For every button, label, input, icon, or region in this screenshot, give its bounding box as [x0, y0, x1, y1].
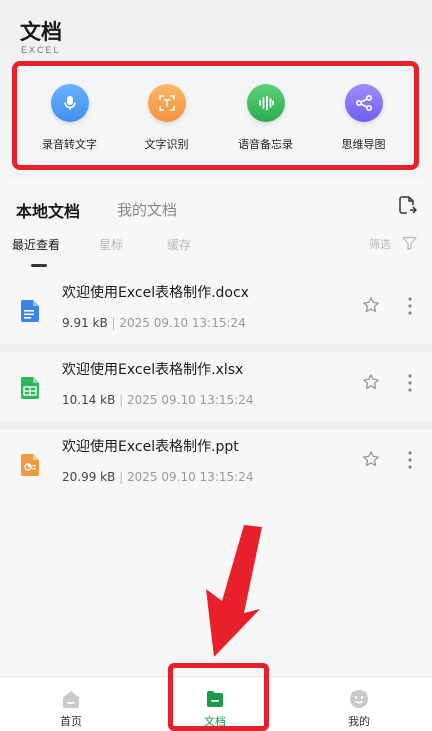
file-date: 2025 09.10 13:15:24 [127, 393, 254, 407]
audio-wave-icon [246, 84, 285, 122]
file-size: 10.14 kB [62, 393, 116, 407]
tool-voice-to-text[interactable]: 录音转文字 [22, 84, 117, 152]
file-size: 9.91 kB [62, 316, 108, 330]
filter-cache[interactable]: 缓存 [167, 236, 191, 253]
file-name: 欢迎使用Excel表格制作.ppt [62, 439, 239, 455]
header: 文档 EXCEL 录音转文字 文字识别 语音备忘录 思维导图 [0, 0, 432, 175]
highlight-box [168, 663, 269, 731]
file-meta: 10.14 kB | 2025 09.10 13:15:24 [62, 393, 253, 407]
mind-map-icon [344, 84, 383, 122]
tool-label: 语音备忘录 [238, 138, 293, 151]
filter-recent[interactable]: 最近查看 [12, 236, 60, 253]
meta-separator: | [115, 470, 128, 484]
xlsx-file-icon [21, 377, 39, 399]
page-title: 文档 [20, 20, 62, 44]
tool-ocr[interactable]: 文字识别 [119, 84, 214, 152]
funnel-icon[interactable] [402, 235, 417, 254]
active-filter-indicator [31, 264, 47, 267]
file-name: 欢迎使用Excel表格制作.docx [62, 285, 249, 301]
nav-label: 我的 [348, 715, 370, 728]
home-icon [60, 688, 82, 710]
row-divider [0, 344, 432, 352]
page-subtitle: EXCEL [21, 45, 61, 55]
tab-my-documents[interactable]: 我的文档 [117, 199, 177, 220]
file-date: 2025 09.10 13:15:24 [127, 470, 254, 484]
filter-starred[interactable]: 星标 [99, 236, 123, 253]
ppt-file-icon [21, 454, 39, 476]
meta-separator: | [115, 393, 128, 407]
more-options-icon[interactable] [406, 373, 414, 393]
import-file-icon[interactable] [396, 194, 418, 216]
nav-home[interactable]: 首页 [16, 677, 126, 731]
annotation-arrow-icon [200, 525, 270, 664]
profile-icon [348, 688, 370, 710]
microphone-icon [50, 84, 89, 122]
star-icon[interactable] [362, 450, 380, 468]
filter-button-label[interactable]: 筛选 [369, 236, 391, 252]
tool-mind-map[interactable]: 思维导图 [316, 84, 411, 152]
file-size: 20.99 kB [62, 470, 116, 484]
file-meta: 9.91 kB | 2025 09.10 13:15:24 [62, 316, 246, 330]
row-divider [0, 421, 432, 429]
text-scan-icon [147, 84, 186, 122]
star-icon[interactable] [362, 373, 380, 391]
nav-label: 首页 [60, 715, 82, 728]
meta-separator: | [107, 316, 120, 330]
more-options-icon[interactable] [406, 296, 414, 316]
file-row-xlsx[interactable]: 欢迎使用Excel表格制作.xlsx 10.14 kB | 2025 09.10… [0, 353, 432, 421]
tool-voice-memo[interactable]: 语音备忘录 [218, 84, 313, 152]
file-date: 2025 09.10 13:15:24 [119, 316, 246, 330]
docx-file-icon [21, 300, 39, 322]
tool-label: 文字识别 [144, 138, 189, 151]
tool-label: 录音转文字 [42, 138, 97, 151]
tools-panel: 录音转文字 文字识别 语音备忘录 思维导图 [12, 61, 419, 170]
tab-local-documents[interactable]: 本地文档 [16, 198, 80, 222]
star-icon[interactable] [362, 296, 380, 314]
file-meta: 20.99 kB | 2025 09.10 13:15:24 [62, 470, 253, 484]
file-row-ppt[interactable]: 欢迎使用Excel表格制作.ppt 20.99 kB | 2025 09.10 … [0, 430, 432, 498]
tool-label: 思维导图 [341, 138, 386, 151]
nav-profile[interactable]: 我的 [304, 677, 414, 731]
file-name: 欢迎使用Excel表格制作.xlsx [62, 362, 244, 378]
file-row-docx[interactable]: 欢迎使用Excel表格制作.docx 9.91 kB | 2025 09.10 … [0, 276, 432, 344]
more-options-icon[interactable] [406, 450, 414, 470]
